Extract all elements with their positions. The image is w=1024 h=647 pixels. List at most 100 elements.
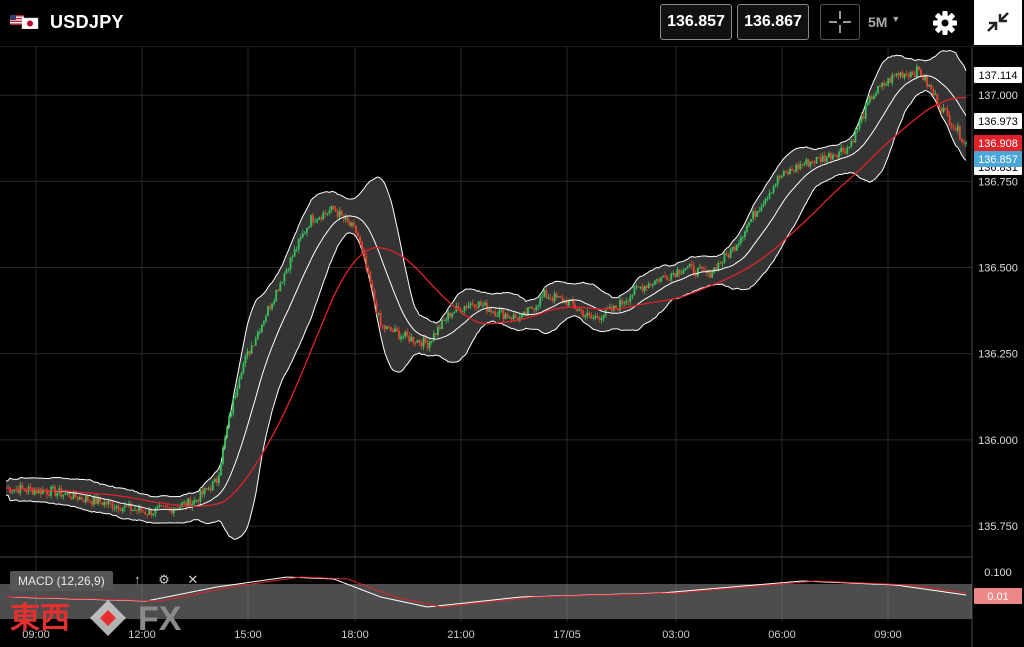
- candle-body: [367, 268, 370, 273]
- candle-body: [627, 301, 630, 303]
- candle-body: [682, 270, 685, 274]
- candle-body: [825, 157, 828, 162]
- candle-body: [132, 509, 134, 511]
- candle-body: [629, 296, 632, 302]
- candle-body: [881, 82, 883, 87]
- candle-body: [688, 264, 691, 267]
- candle-body: [97, 497, 100, 504]
- candle-body: [140, 507, 142, 512]
- candle-body: [224, 437, 226, 448]
- candle-body: [357, 232, 359, 237]
- symbol-title[interactable]: USDJPY: [50, 12, 124, 33]
- price-tick-label: 135.750: [978, 521, 1018, 533]
- candle-body: [596, 316, 599, 318]
- candle-body: [277, 290, 280, 292]
- candle-body: [535, 306, 538, 311]
- candle-body: [787, 171, 789, 174]
- time-tick-label: 06:00: [768, 629, 796, 641]
- price-tick-label: 136.500: [978, 263, 1018, 275]
- candle-body: [46, 491, 48, 495]
- candle-body: [443, 319, 445, 321]
- candle-body: [811, 161, 814, 163]
- collapse-button[interactable]: [974, 0, 1022, 45]
- candle-body: [308, 226, 310, 228]
- candle-body: [744, 231, 746, 238]
- candle-body: [930, 84, 933, 90]
- candle-body: [817, 157, 820, 159]
- candle-body: [56, 493, 59, 496]
- candle-body: [179, 506, 181, 510]
- candle-body: [678, 269, 681, 275]
- bid-price-button[interactable]: 136.857: [660, 4, 732, 40]
- candle-body: [283, 273, 286, 282]
- candle-body: [758, 210, 761, 212]
- candle-body: [162, 505, 165, 507]
- candle-body: [265, 316, 267, 322]
- timeframe-dropdown[interactable]: 5M ▼: [868, 14, 900, 30]
- tozai-fx-logo: 東西 FX: [10, 600, 182, 638]
- candle-body: [799, 164, 802, 170]
- macd-indicator-label[interactable]: MACD (12,26,9): [10, 571, 113, 591]
- price-tick-label: 136.000: [978, 435, 1018, 447]
- crosshair-button[interactable]: [820, 4, 860, 40]
- candlestick-series: [7, 63, 967, 519]
- candle-body: [832, 155, 834, 160]
- candle-body: [379, 312, 382, 326]
- candle-body: [963, 142, 965, 144]
- candle-body: [373, 289, 376, 303]
- candle-body: [416, 340, 419, 343]
- candle-body: [578, 309, 581, 311]
- candle-body: [514, 314, 517, 318]
- time-tick-label: 09:00: [874, 629, 902, 641]
- candle-body: [215, 478, 218, 484]
- candle-body: [205, 488, 208, 490]
- candle-body: [613, 305, 615, 311]
- candle-body: [285, 269, 288, 274]
- candle-body: [353, 222, 355, 226]
- candle-body: [582, 311, 585, 318]
- candle-body: [209, 488, 212, 491]
- candle-body: [387, 326, 390, 328]
- candle-body: [727, 254, 730, 258]
- price-chart[interactable]: 137.000 136.750 136.500 136.250 136.000 135.7…: [0, 47, 1024, 647]
- candle-body: [426, 342, 429, 348]
- candle-body: [64, 493, 67, 495]
- candle-body: [965, 142, 967, 144]
- chevron-down-icon: ▼: [891, 14, 901, 24]
- candle-body: [297, 238, 300, 250]
- candle-body: [371, 283, 374, 290]
- collapse-icon: [987, 12, 1009, 32]
- candle-body: [111, 502, 114, 509]
- candle-body: [660, 277, 662, 282]
- candle-body: [537, 305, 540, 307]
- candle-body: [778, 176, 781, 178]
- candle-body: [580, 309, 583, 312]
- bollinger-upper-line: [5, 49, 967, 498]
- candle-body: [160, 505, 163, 507]
- gear-icon[interactable]: ⚙: [158, 572, 170, 587]
- close-icon[interactable]: ✕: [187, 572, 198, 587]
- candle-body: [33, 490, 36, 495]
- candle-body: [737, 242, 740, 246]
- candle-body: [340, 210, 343, 216]
- candle-body: [89, 500, 91, 502]
- candle-body: [220, 463, 222, 476]
- candle-body: [365, 256, 368, 269]
- candle-body: [66, 492, 69, 494]
- candle-body: [500, 309, 503, 311]
- candle-body: [647, 283, 650, 289]
- candle-body: [242, 363, 245, 374]
- candle-body: [496, 315, 499, 317]
- arrow-up-icon[interactable]: ↑: [134, 572, 141, 587]
- candle-body: [662, 275, 664, 278]
- candle-body: [138, 507, 140, 511]
- gear-icon[interactable]: [930, 8, 960, 38]
- candle-body: [782, 170, 785, 176]
- candle-body: [924, 76, 926, 81]
- candle-body: [864, 105, 867, 119]
- candle-body: [895, 73, 898, 76]
- candle-body: [348, 221, 351, 226]
- ask-price-button[interactable]: 136.867: [737, 4, 809, 40]
- candle-body: [84, 495, 87, 502]
- candle-body: [299, 236, 302, 239]
